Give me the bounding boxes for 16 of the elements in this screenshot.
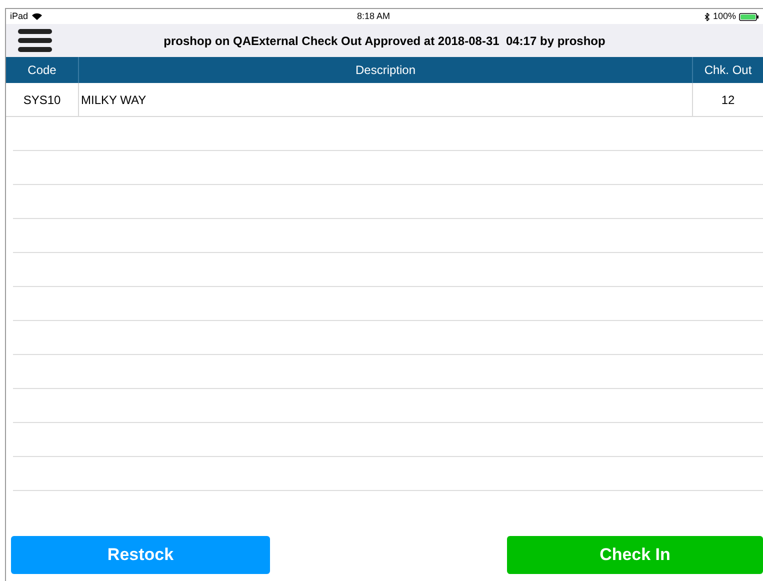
menu-button[interactable] <box>18 28 52 53</box>
battery-level: 100% <box>712 10 736 23</box>
column-header: Description <box>79 57 693 83</box>
table-cell-text: 12 <box>720 92 736 108</box>
column-header: Code <box>6 57 79 83</box>
wifi-icon <box>32 13 42 20</box>
table-cell: SYS10 <box>6 83 79 116</box>
page-title: proshop on QAExternal Check Out Approved at 2018-08-31 04:17 by proshop <box>164 32 606 50</box>
bluetooth-icon <box>704 12 710 20</box>
clock: 8:18 AM <box>356 10 390 23</box>
restock-button[interactable]: Restock <box>11 536 270 574</box>
column-header: Chk. Out <box>703 62 753 79</box>
device-name: iPad <box>10 10 28 23</box>
table-cell: MILKY WAY <box>79 83 693 116</box>
check-in-button[interactable]: Check In <box>507 536 763 574</box>
battery-icon <box>738 12 759 20</box>
